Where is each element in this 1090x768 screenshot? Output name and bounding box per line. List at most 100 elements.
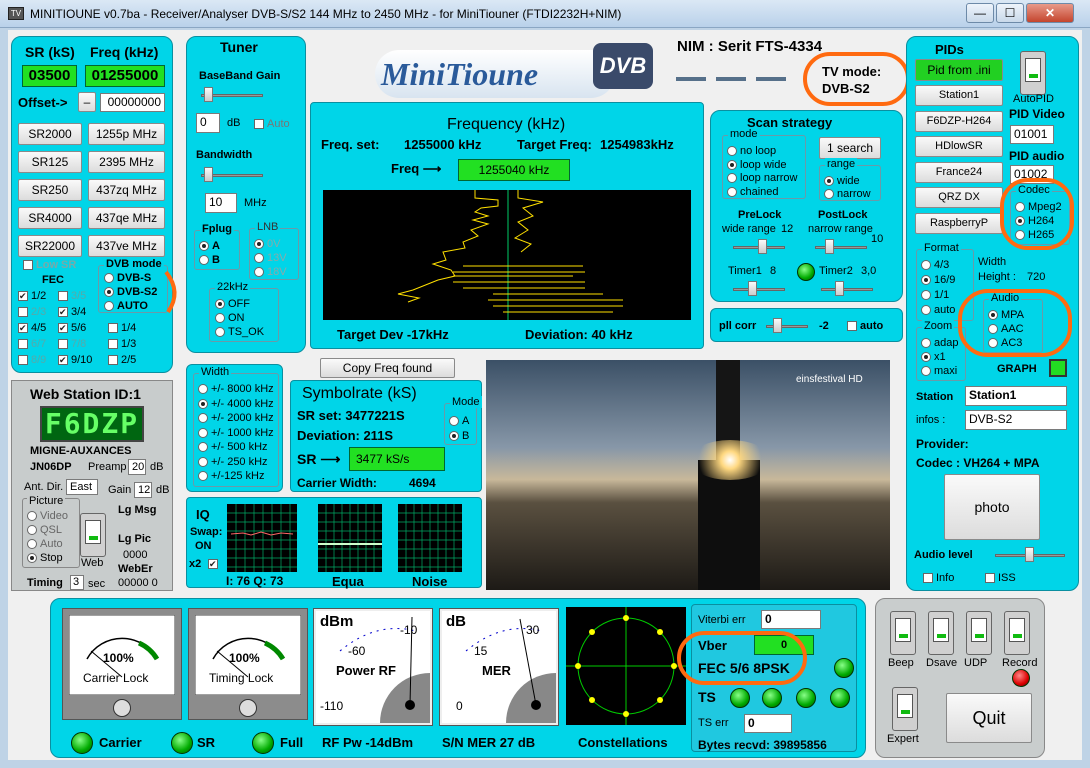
- beep-switch[interactable]: [890, 611, 916, 655]
- fec-checkbox[interactable]: [108, 323, 118, 333]
- lnb-13v-radio[interactable]: [254, 253, 264, 263]
- station-preset-button[interactable]: Station1: [915, 85, 1003, 106]
- format-radio[interactable]: [921, 275, 931, 285]
- ant-dir-input[interactable]: East: [66, 479, 98, 495]
- record-switch[interactable]: [1004, 611, 1030, 655]
- width-radio[interactable]: [198, 442, 208, 452]
- station-input[interactable]: Station1: [965, 386, 1067, 406]
- timer1-slider[interactable]: [748, 281, 757, 296]
- freq-preset-button[interactable]: 437ve MHz: [88, 235, 165, 257]
- prelock-slider[interactable]: [758, 239, 767, 254]
- lnb-18v-radio[interactable]: [254, 267, 264, 277]
- bandwidth-slider[interactable]: [204, 167, 213, 182]
- bandwidth-input[interactable]: 10: [205, 193, 237, 213]
- picture-radio[interactable]: [27, 553, 37, 563]
- low-sr-checkbox[interactable]: [23, 260, 33, 270]
- fplug-a-radio[interactable]: [199, 241, 209, 251]
- expert-switch[interactable]: [892, 687, 918, 731]
- station-preset-button[interactable]: QRZ DX: [915, 187, 1003, 208]
- maximize-button[interactable]: ☐: [996, 3, 1024, 23]
- pid-video-input[interactable]: 01001: [1010, 125, 1054, 144]
- scan-mode-radio[interactable]: [727, 146, 737, 156]
- fec-checkbox[interactable]: [18, 355, 28, 365]
- freq-preset-button[interactable]: 1255p MHz: [88, 123, 165, 145]
- fec-checkbox[interactable]: [18, 291, 28, 301]
- k22-off-radio[interactable]: [215, 299, 225, 309]
- width-radio[interactable]: [198, 413, 208, 423]
- graph-toggle[interactable]: [1049, 359, 1067, 377]
- range-wide-radio[interactable]: [824, 176, 834, 186]
- scan-mode-radio[interactable]: [727, 159, 737, 170]
- range-narrow-radio[interactable]: [824, 189, 834, 199]
- fec-checkbox[interactable]: [18, 339, 28, 349]
- width-radio[interactable]: [198, 456, 208, 467]
- zoom-x1-radio[interactable]: [921, 352, 931, 362]
- scan-mode-radio[interactable]: [727, 186, 737, 197]
- fec-checkbox[interactable]: [58, 355, 68, 365]
- preamp-input[interactable]: 20: [128, 459, 146, 475]
- lnb-0v-radio[interactable]: [254, 239, 264, 249]
- format-radio[interactable]: [921, 290, 931, 300]
- web-switch[interactable]: [80, 513, 106, 557]
- infos-input[interactable]: DVB-S2: [965, 410, 1067, 430]
- width-radio[interactable]: [198, 427, 208, 438]
- udp-switch[interactable]: [966, 611, 992, 655]
- station-preset-button[interactable]: France24: [915, 161, 1003, 183]
- fec-checkbox[interactable]: [58, 323, 68, 333]
- iss-checkbox[interactable]: [985, 573, 995, 583]
- freq-value[interactable]: 01255000: [85, 65, 165, 87]
- station-preset-button[interactable]: HDlowSR: [915, 136, 1003, 157]
- pll-slider[interactable]: [773, 318, 782, 333]
- offset-input[interactable]: 00000000: [100, 93, 165, 112]
- auto-radio[interactable]: [104, 301, 114, 311]
- fec-checkbox[interactable]: [108, 339, 118, 349]
- width-radio[interactable]: [198, 471, 208, 481]
- audio-level-slider[interactable]: [1025, 547, 1034, 562]
- one-search-button[interactable]: 1 search: [819, 137, 881, 159]
- dsave-switch[interactable]: [928, 611, 954, 655]
- width-radio[interactable]: [198, 384, 208, 394]
- k22-on-radio[interactable]: [215, 313, 225, 323]
- station-preset-button[interactable]: RaspberryP: [915, 212, 1003, 234]
- close-button[interactable]: ✕: [1026, 3, 1074, 23]
- bb-gain-slider[interactable]: [204, 87, 213, 102]
- freq-preset-button[interactable]: 2395 MHz: [88, 151, 165, 173]
- fec-checkbox[interactable]: [18, 307, 28, 317]
- quit-button[interactable]: Quit: [946, 693, 1032, 743]
- sr-preset-button[interactable]: SR4000: [18, 207, 82, 229]
- fec-checkbox[interactable]: [58, 307, 68, 317]
- timer2-slider[interactable]: [835, 281, 844, 296]
- x2-checkbox[interactable]: [208, 559, 218, 569]
- fec-checkbox[interactable]: [58, 291, 68, 301]
- sr-preset-button[interactable]: SR250: [18, 179, 82, 201]
- minimize-button[interactable]: —: [966, 3, 994, 23]
- offset-minus-button[interactable]: –: [78, 92, 96, 112]
- zoom-adap-radio[interactable]: [921, 338, 931, 348]
- gain-input[interactable]: 12: [134, 482, 152, 498]
- sr-preset-button[interactable]: SR2000: [18, 123, 82, 145]
- fec-checkbox[interactable]: [108, 355, 118, 365]
- scan-mode-radio[interactable]: [727, 173, 737, 183]
- picture-radio[interactable]: [27, 539, 37, 549]
- format-radio[interactable]: [921, 305, 931, 315]
- picture-radio[interactable]: [27, 511, 37, 521]
- picture-radio[interactable]: [27, 525, 37, 535]
- zoom-maxi-radio[interactable]: [921, 366, 931, 376]
- k22-tsok-radio[interactable]: [215, 327, 225, 337]
- auto-gain-checkbox[interactable]: [254, 119, 264, 129]
- pll-auto-checkbox[interactable]: [847, 321, 857, 331]
- pid-from-ini-button[interactable]: Pid from .ini: [915, 59, 1003, 81]
- station-preset-button[interactable]: F6DZP-H264: [915, 110, 1003, 132]
- bb-gain-input[interactable]: 0: [196, 113, 220, 133]
- sr-preset-button[interactable]: SR125: [18, 151, 82, 173]
- info-checkbox[interactable]: [923, 573, 933, 583]
- freq-preset-button[interactable]: 437qe MHz: [88, 207, 165, 229]
- width-radio[interactable]: [198, 398, 208, 409]
- postlock-slider[interactable]: [825, 239, 834, 254]
- timing-input[interactable]: 3: [70, 575, 84, 590]
- format-radio[interactable]: [921, 260, 931, 270]
- freq-preset-button[interactable]: 437zq MHz: [88, 179, 165, 201]
- fplug-b-radio[interactable]: [199, 255, 209, 265]
- sr-mode-b-radio[interactable]: [449, 431, 459, 441]
- copy-freq-button[interactable]: Copy Freq found: [320, 358, 455, 378]
